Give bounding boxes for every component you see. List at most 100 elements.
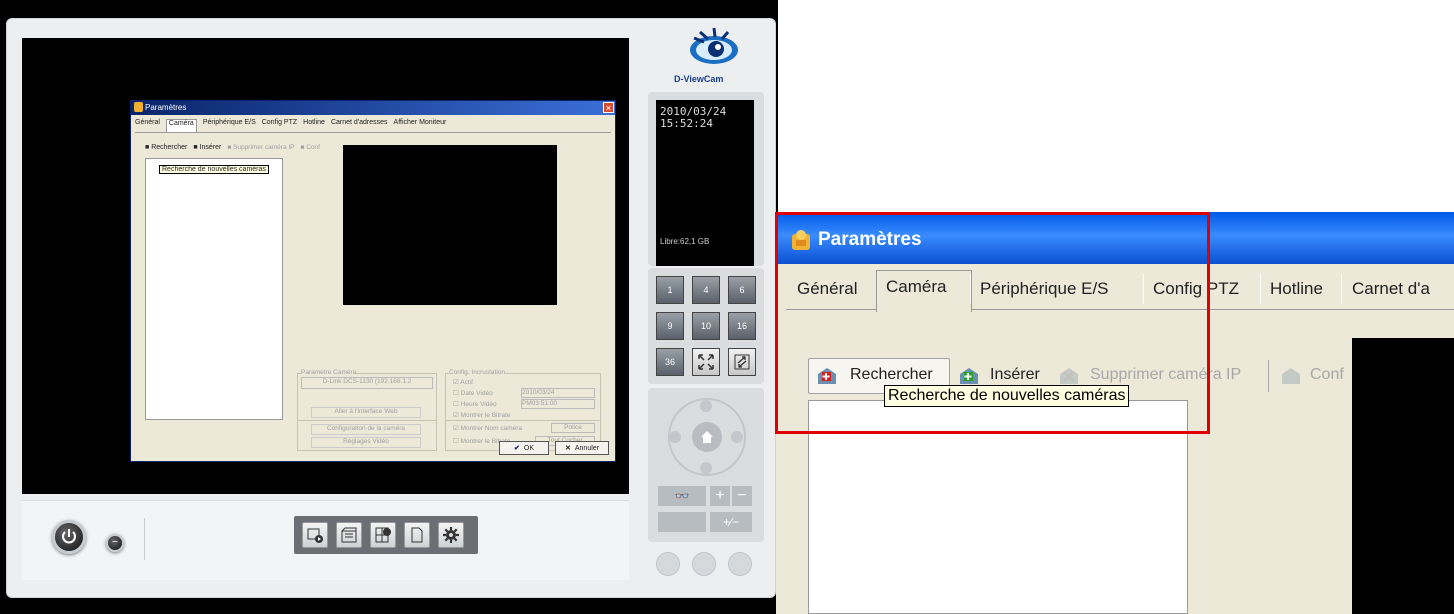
layout-4-button[interactable]: 4 (692, 276, 720, 304)
insert-button[interactable]: ■ Insérer (193, 144, 221, 151)
tab-address-book[interactable]: Carnet d'adresses (331, 119, 388, 132)
active-checkbox[interactable]: ☑ Actif (453, 378, 473, 386)
config-icon (1280, 366, 1302, 386)
tab-hotline[interactable]: Hotline (303, 119, 325, 132)
home-icon (701, 431, 713, 443)
delete-label: Supprimer caméra IP (233, 144, 295, 151)
search-label: Rechercher (151, 144, 188, 151)
document-icon (411, 527, 423, 543)
web-interface-button[interactable]: Aller à l'interface Web (311, 407, 421, 418)
zoom-out-button[interactable]: − (732, 486, 752, 506)
layout-9-label: 9 (667, 321, 673, 331)
eye-logo-icon (690, 27, 738, 64)
tab-separator (1341, 274, 1342, 304)
video-settings-button[interactable]: Réglages Vidéo (311, 437, 421, 448)
ptz-down-button[interactable] (700, 462, 712, 474)
font-button[interactable]: Police (551, 423, 595, 433)
layout-4-label: 4 (703, 285, 709, 295)
layout-16-label: 16 (736, 321, 747, 331)
check-icon: ✔ (514, 445, 520, 452)
layout-36-label: 36 (664, 357, 675, 367)
fullscreen-icon (698, 354, 714, 370)
layout-config-button[interactable] (370, 522, 396, 548)
minus-icon: − (737, 487, 747, 504)
date-select-value: 2010/03/24 (522, 389, 555, 396)
highlight-box (775, 212, 1210, 434)
camera-list[interactable] (145, 158, 283, 420)
playback-button[interactable] (302, 522, 328, 548)
binocular-button[interactable]: 👓 (658, 486, 706, 506)
tab-address-book[interactable]: Carnet d'a (1352, 279, 1430, 299)
focus-button[interactable] (658, 512, 706, 532)
tab-border (135, 132, 611, 133)
zoom-in-button[interactable]: + (710, 486, 730, 506)
layout-16-button[interactable]: 16 (728, 312, 756, 340)
power-button[interactable] (52, 520, 86, 554)
bitrate-checkbox[interactable]: ☑ Montrer le Bitrate (453, 411, 511, 419)
search-button[interactable]: ■ Rechercher (145, 144, 187, 151)
playback-icon (307, 528, 323, 543)
dialog-titlebar: Paramètres (131, 101, 615, 115)
close-button[interactable]: ✕ (603, 102, 614, 113)
divider (144, 518, 145, 560)
cancel-button[interactable]: ✕ Annuler (555, 441, 609, 455)
ok-button[interactable]: ✔ OK (499, 441, 549, 455)
layout-9-button[interactable]: 9 (656, 312, 684, 340)
camera-params-title: Paramètre Caméra (301, 369, 357, 376)
active-label: Actif (460, 379, 473, 386)
camname-label: Montrer Nom caméra (460, 425, 523, 432)
plus-minus-button[interactable]: +∕− (710, 512, 752, 532)
schedule-button[interactable] (336, 522, 362, 548)
camera-device-field[interactable]: D-Link DCS-1130 (192.168.1.2 (301, 377, 433, 389)
delete-camera-button[interactable]: ■ Supprimer caméra IP (227, 144, 294, 151)
record-button[interactable] (692, 552, 716, 576)
tab-monitor[interactable]: Afficher Moniteur (394, 119, 447, 132)
film-icon (341, 527, 357, 543)
camname-checkbox[interactable]: ☑ Montrer Nom caméra (453, 424, 522, 432)
layout-36-button[interactable]: 36 (656, 348, 684, 376)
time-checkbox[interactable]: ☐ Heure Vidéo (453, 400, 497, 408)
ptz-up-button[interactable] (700, 400, 712, 412)
bitrate-label: Montrer le Bitrate (460, 412, 511, 419)
settings-app-icon (134, 102, 143, 112)
swap-button[interactable] (728, 348, 756, 376)
camera-preview (1352, 338, 1454, 614)
tab-general[interactable]: Général (135, 119, 160, 132)
grid-clock-icon (375, 527, 391, 543)
search-tooltip: Recherche de nouvelles caméras (159, 165, 269, 174)
tab-hotline[interactable]: Hotline (1270, 279, 1323, 299)
fullscreen-button[interactable] (692, 348, 720, 376)
tab-io-device[interactable]: Périphérique E/S (203, 119, 256, 132)
date-checkbox[interactable]: ☐ Date Vidéo (453, 389, 493, 397)
ptz-right-button[interactable] (731, 431, 743, 443)
ptz-left-button[interactable] (669, 431, 681, 443)
logo: D-ViewCam (660, 26, 768, 94)
tab-ptz[interactable]: Config PTZ (262, 119, 297, 132)
cancel-icon: ✕ (564, 445, 571, 452)
audio-button[interactable] (728, 552, 752, 576)
dialog-title: Paramètres (145, 103, 187, 112)
time-checkbox-label: Heure Vidéo (460, 401, 497, 408)
plus-icon: + (715, 487, 725, 504)
ok-label: OK (523, 444, 534, 452)
config-button[interactable]: Conf (1310, 366, 1344, 384)
overlay-title: Config. Incrustation (449, 369, 506, 376)
layout-1-button[interactable]: 1 (656, 276, 684, 304)
settings-button[interactable] (438, 522, 464, 548)
snapshot-button[interactable] (656, 552, 680, 576)
config-button[interactable]: ■ Conf (301, 144, 320, 151)
layout-6-label: 6 (739, 285, 745, 295)
insert-label: Insérer (199, 144, 222, 151)
layout-6-button[interactable]: 6 (728, 276, 756, 304)
layout-10-button[interactable]: 10 (692, 312, 720, 340)
minimize-button[interactable]: − (106, 534, 124, 552)
log-button[interactable] (404, 522, 430, 548)
layout-10-label: 10 (700, 321, 711, 331)
camera-preview (343, 145, 557, 305)
time-select[interactable]: PM03:51:00 (521, 399, 595, 409)
date-select[interactable]: 2010/03/24 (521, 388, 595, 398)
gear-icon (443, 527, 459, 543)
tab-camera[interactable]: Caméra (165, 119, 197, 132)
ptz-home-button[interactable] (692, 422, 722, 452)
free-space-label: Libre:62,1 GB (660, 237, 710, 246)
